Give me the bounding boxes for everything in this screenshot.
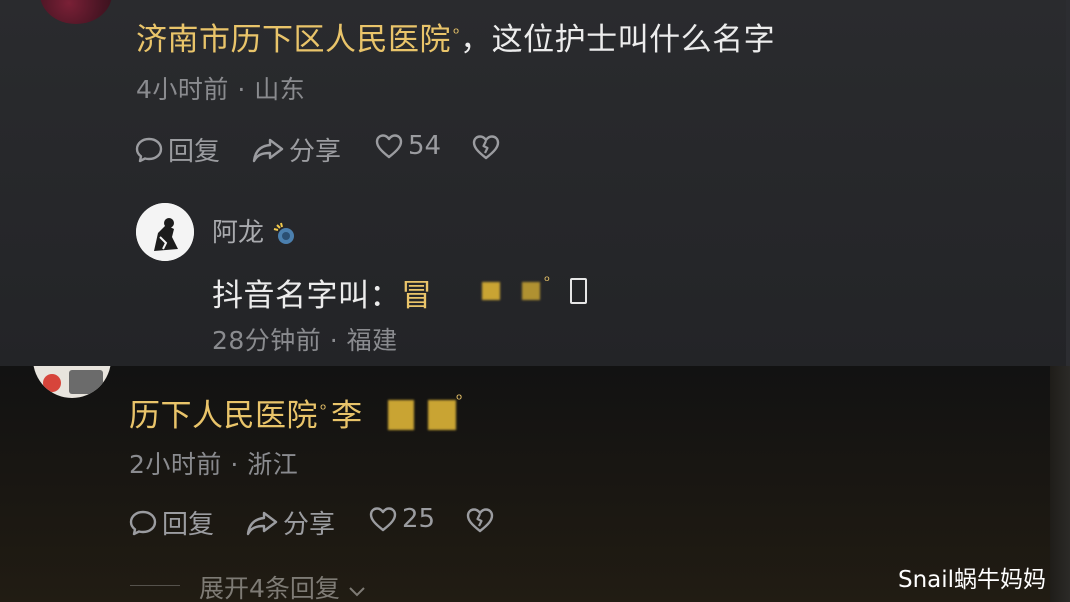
hospital-search-link[interactable]: 历下人民医院 [129,398,318,434]
search-icon[interactable]: ᵒ [544,272,550,290]
share-label: 分享 [289,137,342,167]
like-count: 25 [402,504,436,534]
name-search-link[interactable]: 李 [331,398,363,434]
comment-text: ，这位护士叫什么名字 [460,22,776,58]
reply-meta: 28分钟前 · 福建 [212,321,398,357]
missing-glyph-box [570,278,587,304]
comment-icon [128,508,158,538]
meta-separator: · [237,75,246,104]
reply-button[interactable]: 回复 [128,504,214,541]
dislike-button[interactable] [471,132,501,162]
expand-label: 展开4条回复 [199,574,340,602]
comment-time: 2小时前 [129,450,222,479]
reply-author[interactable]: 阿龙 [212,212,298,249]
redacted-block [522,282,540,300]
reply-avatar[interactable] [136,203,194,261]
like-button[interactable]: 54 [374,131,441,161]
commenter-avatar[interactable] [40,0,112,24]
share-label: 分享 [283,510,336,540]
redacted-block [428,400,456,430]
hospital-search-link[interactable]: 济南市历下区人民医院 [136,22,451,58]
share-button[interactable]: 分享 [245,504,335,541]
comment-meta: 4小时前 · 山东 [136,70,305,106]
commenter-avatar[interactable] [33,366,111,398]
dislike-heart-icon [471,132,501,162]
expand-divider [130,585,180,586]
heart-icon [374,131,404,161]
comment-location: 浙江 [247,450,299,479]
comment-meta: 2小时前 · 浙江 [129,445,298,481]
comment-body: 济南市历下区人民医院 ᵒ，这位护士叫什么名字 [136,14,775,59]
reply-button[interactable]: 回复 [134,131,220,168]
watermark: Snail蜗牛妈妈 [898,567,1047,593]
redacted-block [482,282,500,300]
search-icon[interactable]: ᵒ [456,390,463,409]
reply-label: 回复 [168,137,221,167]
comment-location: 山东 [254,75,306,104]
reply-label: 回复 [162,510,215,540]
reply-author-name: 阿龙 [212,218,265,248]
comment-card-top: 济南市历下区人民医院 ᵒ，这位护士叫什么名字 4小时前 · 山东 回复 分享 54 [0,0,1070,366]
reply-time: 28分钟前 [212,326,322,355]
reply-body: 抖音名字叫：冒 [212,270,433,315]
share-button[interactable]: 分享 [251,131,341,168]
dislike-heart-icon [465,505,495,535]
reply-location: 福建 [346,326,398,355]
comment-icon [134,135,164,165]
meta-separator: · [230,450,239,479]
comment-body: 历下人民医院 ᵒ 李 [129,390,363,435]
meta-separator: · [329,326,339,355]
share-icon [245,508,279,538]
share-icon [251,135,285,165]
expand-replies-button[interactable]: 展开4条回复 [199,569,366,602]
comment-time: 4小时前 [136,75,229,104]
chevron-down-icon [348,576,366,602]
dislike-button[interactable] [465,505,495,535]
like-count: 54 [408,131,442,161]
like-button[interactable]: 25 [368,504,435,534]
search-icon[interactable]: ᵒ [320,400,327,419]
reply-link[interactable]: 冒 [401,278,433,314]
redacted-block [388,400,414,430]
heart-icon [368,504,398,534]
comment-card-bottom: 历下人民医院 ᵒ 李 ᵒ 2小时前 · 浙江 回复 分享 25 展开4条回复 S… [0,366,1070,602]
reply-text: 抖音名字叫： [212,278,401,314]
badge-icon [272,221,298,247]
